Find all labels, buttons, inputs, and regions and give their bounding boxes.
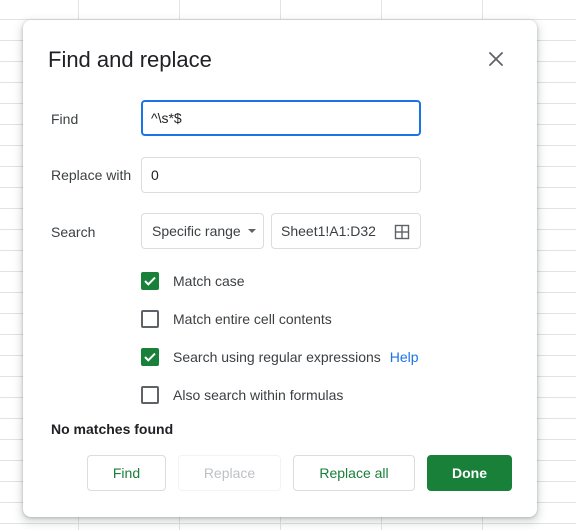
replace-button[interactable]: Replace xyxy=(178,455,281,491)
match-entire-cell-checkbox[interactable] xyxy=(141,310,159,328)
status-message: No matches found xyxy=(51,421,174,437)
find-input[interactable] xyxy=(141,100,421,136)
regex-option[interactable]: Search using regular expressions Help xyxy=(141,348,419,366)
search-formulas-label: Also search within formulas xyxy=(173,387,344,403)
regex-checkbox[interactable] xyxy=(141,348,159,366)
checkmark-icon xyxy=(144,276,156,286)
search-formulas-checkbox[interactable] xyxy=(141,386,159,404)
match-case-label: Match case xyxy=(173,273,245,289)
checkmark-icon xyxy=(144,352,156,362)
close-button[interactable] xyxy=(481,47,511,71)
match-case-checkbox[interactable] xyxy=(141,272,159,290)
search-label: Search xyxy=(51,224,96,240)
dialog-title: Find and replace xyxy=(48,47,212,72)
replace-with-label: Replace with xyxy=(51,167,132,183)
find-replace-dialog: Find and replace Find Replace with Searc… xyxy=(23,20,537,517)
find-button[interactable]: Find xyxy=(87,455,166,491)
search-scope-value: Specific range xyxy=(152,223,241,239)
range-input[interactable]: Sheet1!A1:D32 xyxy=(271,213,421,249)
search-formulas-option[interactable]: Also search within formulas xyxy=(141,386,343,404)
replace-all-button[interactable]: Replace all xyxy=(293,455,415,491)
grid-select-icon[interactable] xyxy=(394,224,410,240)
replace-with-input[interactable] xyxy=(141,157,421,193)
match-case-option[interactable]: Match case xyxy=(141,272,245,290)
regex-label: Search using regular expressions xyxy=(173,349,381,365)
range-value: Sheet1!A1:D32 xyxy=(281,223,376,239)
match-entire-cell-option[interactable]: Match entire cell contents xyxy=(141,310,332,328)
help-link[interactable]: Help xyxy=(390,349,419,365)
close-icon xyxy=(489,52,503,66)
dropdown-caret-icon xyxy=(247,229,256,233)
match-entire-cell-label: Match entire cell contents xyxy=(173,311,332,327)
search-scope-dropdown[interactable]: Specific range xyxy=(141,213,264,249)
done-button[interactable]: Done xyxy=(427,455,512,491)
find-label: Find xyxy=(51,111,79,127)
